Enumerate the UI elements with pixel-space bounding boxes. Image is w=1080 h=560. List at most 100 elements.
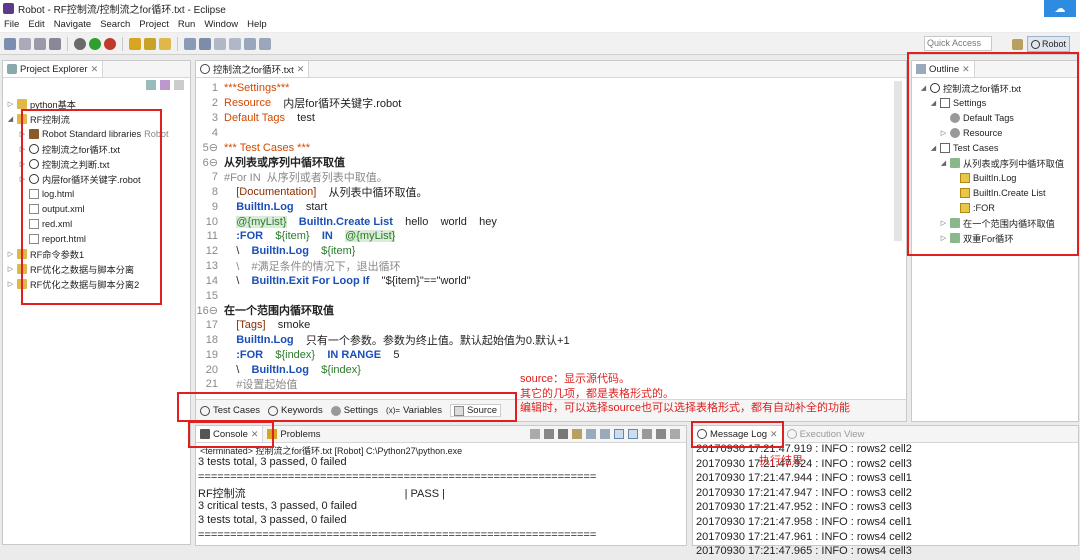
code-token: hello world hey	[392, 215, 497, 228]
open-perspective-icon[interactable]	[1012, 38, 1023, 50]
show-on-output-icon[interactable]	[614, 429, 624, 439]
code-token: BuiltIn.Log	[224, 200, 294, 213]
code-line[interactable]: 8 [Documentation] 从列表中循环取值。	[196, 185, 906, 200]
menu-window[interactable]: Window	[204, 19, 238, 30]
expand-arrow-icon[interactable]: ◢	[7, 115, 14, 123]
code-token: 在一个范围内循环取值	[224, 305, 334, 318]
menu-navigate[interactable]: Navigate	[54, 19, 92, 30]
line-number: 18	[205, 333, 218, 346]
expand-arrow-icon[interactable]: ▷	[7, 280, 14, 288]
line-number: 12	[205, 245, 218, 258]
menu-edit[interactable]: Edit	[28, 19, 44, 30]
code-token: ${item}	[308, 245, 356, 258]
code-line[interactable]: 16⊖ 在一个范围内循环取值	[196, 303, 906, 318]
code-token: BuiltIn.Exit For Loop If	[251, 274, 370, 287]
tab-label: Problems	[280, 428, 321, 440]
message-log-annotation: 执行结果	[759, 455, 803, 467]
back-icon[interactable]	[214, 37, 226, 50]
expand-arrow-icon[interactable]: ▷	[7, 100, 14, 108]
code-token: :FOR	[224, 348, 264, 361]
code-line[interactable]: 4	[196, 125, 906, 140]
menu-project[interactable]: Project	[139, 19, 169, 30]
code-line[interactable]: 1 ***Settings***	[196, 81, 906, 96]
toolbar-separator	[177, 36, 178, 51]
pin-console-icon[interactable]	[642, 429, 652, 439]
menu-help[interactable]: Help	[247, 19, 267, 30]
external-tools-icon[interactable]	[104, 37, 116, 50]
code-token: \ #满足条件的情况下，退出循环	[224, 260, 401, 273]
code-line[interactable]: 15	[196, 288, 906, 303]
code-token: 只有一个参数。参数为终止值。默认起始值为0.默认+1	[293, 334, 570, 347]
quick-access-input[interactable]: Quick Access	[924, 36, 992, 51]
new-icon[interactable]	[4, 37, 16, 50]
remove-launch-icon[interactable]	[544, 429, 554, 439]
code-line[interactable]: 5⊖ *** Test Cases ***	[196, 140, 906, 155]
next-annotation-icon[interactable]	[199, 37, 211, 50]
toggle-icon[interactable]	[259, 37, 271, 50]
tab-editor-file[interactable]: 控制流之for循环.txt ✕	[196, 61, 310, 77]
close-icon[interactable]: ✕	[297, 64, 305, 75]
open-folder-icon[interactable]	[129, 37, 141, 50]
message-log-line: 20170930 17:21:47.965 : INFO : rows4 cel…	[696, 545, 912, 558]
code-token: 内层for循环关键字.robot	[271, 98, 402, 111]
minimize-icon[interactable]	[670, 429, 680, 439]
display-console-icon[interactable]	[656, 429, 666, 439]
code-line[interactable]: 7 #For IN 从序列或者列表中取值。	[196, 170, 906, 185]
remove-all-icon[interactable]	[558, 429, 568, 439]
message-log-line: 20170930 17:21:47.947 : INFO : rows3 cel…	[696, 486, 912, 499]
collapse-all-icon[interactable]	[146, 80, 156, 90]
run-icon[interactable]	[89, 37, 101, 50]
save-all-icon[interactable]	[34, 37, 46, 50]
annotation-icon[interactable]	[184, 37, 196, 50]
tab-label: Project Explorer	[20, 63, 88, 75]
code-line[interactable]: 17 [Tags] smoke	[196, 318, 906, 333]
robot-file-icon	[200, 64, 210, 74]
menu-search[interactable]: Search	[100, 19, 130, 30]
terminate-icon[interactable]	[530, 429, 540, 439]
code-line[interactable]: 19 :FOR ${index} IN RANGE 5	[196, 347, 906, 362]
source-code-area[interactable]: 1 ***Settings*** 2 Resource 内层for循环关键字.robo…	[196, 78, 906, 392]
code-line[interactable]: 14 \ BuiltIn.Exit For Loop If "${item}"=…	[196, 273, 906, 288]
robot-perspective-button[interactable]: Robot	[1027, 36, 1071, 52]
show-on-error-icon[interactable]	[628, 429, 638, 439]
close-icon[interactable]: ✕	[91, 64, 99, 75]
clear-console-icon[interactable]	[572, 429, 582, 439]
scroll-lock-icon[interactable]	[586, 429, 596, 439]
menu-run[interactable]: Run	[178, 19, 195, 30]
link-editor-icon[interactable]	[160, 80, 170, 90]
save-icon[interactable]	[19, 37, 31, 50]
brush-icon[interactable]	[144, 37, 156, 50]
tab-execution-view[interactable]: Execution View	[783, 426, 869, 442]
expand-arrow-icon[interactable]: ▷	[7, 250, 14, 258]
view-menu-icon[interactable]	[174, 80, 184, 90]
menu-file[interactable]: File	[4, 19, 19, 30]
cloud-icon[interactable]: ☁	[1044, 0, 1076, 17]
tab-project-explorer[interactable]: Project Explorer ✕	[3, 61, 104, 77]
code-token: BuiltIn.Create List	[286, 215, 393, 228]
code-line[interactable]: 2 Resource 内层for循环关键字.robot	[196, 96, 906, 111]
code-line[interactable]: 3 Default Tags test	[196, 111, 906, 126]
console-output[interactable]: 3 tests total, 3 passed, 0 failed =======…	[196, 456, 686, 544]
code-line[interactable]: 6⊖ 从列表或序列中循环取值	[196, 155, 906, 170]
highlight-box-outline	[907, 52, 1079, 256]
code-token: BuiltIn.Log	[251, 363, 309, 376]
message-log-line: 20170930 17:21:47.952 : INFO : rows3 cel…	[696, 501, 912, 514]
code-line[interactable]: 11 :FOR ${item} IN @{myList}	[196, 229, 906, 244]
pin-icon[interactable]	[244, 37, 256, 50]
forward-icon[interactable]	[229, 37, 241, 50]
code-line[interactable]: 13 \ #满足条件的情况下，退出循环	[196, 259, 906, 274]
code-token: 从列表中循环取值。	[316, 186, 428, 199]
code-line[interactable]: 9 BuiltIn.Log start	[196, 199, 906, 214]
gear-icon[interactable]	[74, 37, 86, 50]
print-icon[interactable]	[49, 37, 61, 50]
editor-scrollbar[interactable]	[894, 81, 902, 241]
message-log-output[interactable]: 20170930 17:21:47.919 : INFO : rows2 cel…	[693, 443, 1078, 560]
code-line[interactable]: 12 \ BuiltIn.Log ${item}	[196, 244, 906, 259]
open-type-icon[interactable]	[159, 37, 171, 50]
word-wrap-icon[interactable]	[600, 429, 610, 439]
code-line[interactable]: 10 @{myList} BuiltIn.Create List hello w…	[196, 214, 906, 229]
code-token: *** Test Cases ***	[224, 141, 311, 154]
expand-arrow-icon[interactable]: ▷	[7, 265, 14, 273]
code-line[interactable]: 18 BuiltIn.Log 只有一个参数。参数为终止值。默认起始值为0.默认+…	[196, 333, 906, 348]
